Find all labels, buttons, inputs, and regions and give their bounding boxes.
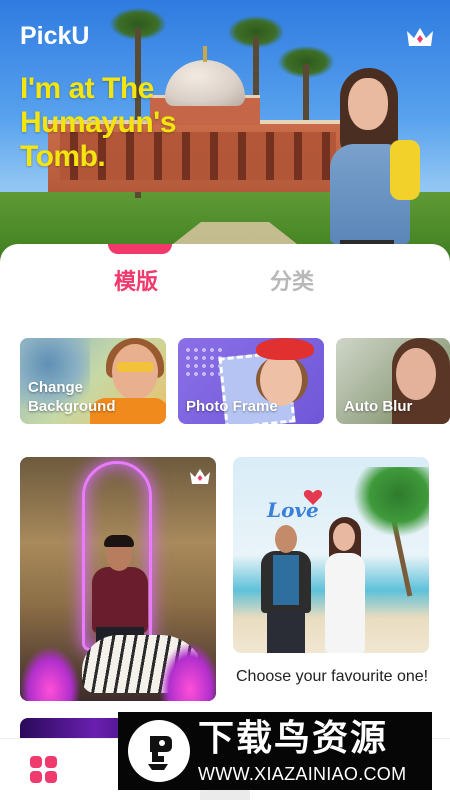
template-caption: Choose your favourite one!	[236, 668, 429, 685]
grid-icon[interactable]	[30, 756, 58, 784]
watermark: 下载鸟资源 WWW.XIAZAINIAO.COM	[118, 712, 432, 790]
watermark-url: WWW.XIAZAINIAO.COM	[198, 764, 407, 784]
template-card-throne[interactable]	[20, 457, 216, 701]
tab-templates[interactable]: 模版	[114, 264, 158, 296]
watermark-title: 下载鸟资源	[198, 718, 389, 759]
active-tab-indicator	[108, 244, 172, 254]
man-figure	[257, 525, 315, 653]
bird-logo-icon	[128, 720, 190, 782]
crown-icon[interactable]	[404, 24, 436, 50]
woman-figure	[321, 517, 369, 653]
dome-finial	[203, 46, 207, 62]
category-card-photo-frame[interactable]: Photo Frame	[178, 338, 324, 424]
category-label: Photo Frame	[186, 398, 278, 415]
template-card-couple-beach[interactable]: Love	[233, 457, 429, 653]
hero-banner[interactable]: PickU I'm at The Humayun's Tomb.	[0, 0, 450, 262]
category-label: Auto Blur	[344, 398, 413, 415]
hero-model	[330, 68, 420, 262]
banner-caption: I'm at The Humayun's Tomb.	[20, 72, 177, 173]
category-card-auto-blur[interactable]: Auto Blur	[336, 338, 450, 424]
category-label: Change Background	[28, 379, 116, 415]
app-title: PickU	[20, 22, 90, 50]
tab-categories[interactable]: 分类	[270, 264, 314, 296]
category-card-change-background[interactable]: Change Background	[20, 338, 166, 424]
premium-crown-icon	[188, 467, 212, 487]
svg-text:Love: Love	[266, 498, 319, 522]
